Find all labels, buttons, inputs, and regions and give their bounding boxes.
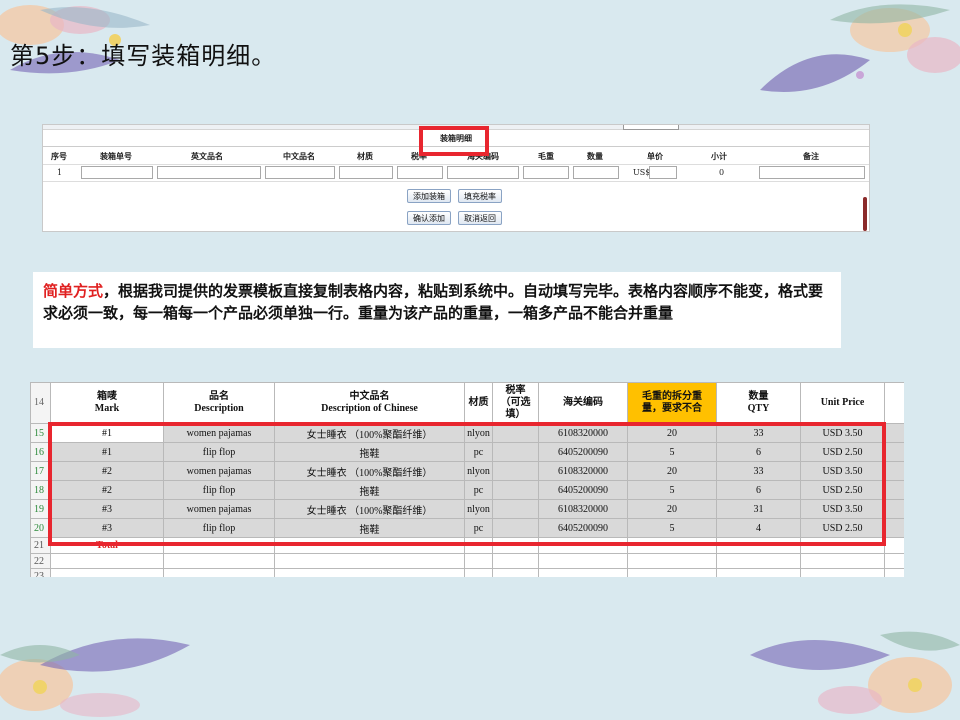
cell-extra[interactable] — [884, 442, 904, 462]
header-qty: 数量 QTY — [716, 382, 801, 424]
empty-cell[interactable] — [800, 568, 885, 577]
header-mark: 箱唛 Mark — [50, 382, 164, 424]
header-unit-price: Unit Price — [800, 382, 885, 424]
empty-cell[interactable] — [163, 553, 275, 569]
hs-code-input[interactable] — [447, 166, 519, 179]
header-extra — [884, 382, 904, 424]
cell-extra[interactable] — [884, 480, 904, 500]
floral-decoration-bottom-right — [750, 631, 960, 714]
col-remark: 备注 — [803, 151, 819, 161]
box-no-input[interactable] — [81, 166, 153, 179]
material-input[interactable] — [339, 166, 393, 179]
row-number: 14 — [30, 382, 51, 424]
add-box-button[interactable]: 添加装箱 — [407, 189, 451, 203]
note-lead: 简单方式 — [43, 282, 104, 300]
header-weight: 毛重的拆分重 量，要求不合 — [627, 382, 717, 424]
floral-decoration-bottom-left — [0, 638, 190, 717]
unit-price-input[interactable] — [649, 166, 677, 179]
row-number: 23 — [30, 568, 51, 577]
empty-cell[interactable] — [716, 568, 801, 577]
rows-highlight-box — [48, 422, 886, 546]
empty-cell[interactable] — [50, 553, 164, 569]
fill-tax-button[interactable]: 填充税率 — [458, 189, 502, 203]
header-material: 材质 — [464, 382, 493, 424]
empty-cell[interactable] — [464, 568, 493, 577]
form-scroll-indicator[interactable] — [863, 197, 867, 231]
header-row: 14 箱唛 Mark 品名 Description 中文品名 Descripti… — [30, 382, 904, 424]
col-weight: 毛重 — [538, 151, 554, 161]
empty-cell[interactable] — [274, 568, 465, 577]
header-hs-code: 海关编码 — [538, 382, 628, 424]
col-box-no: 装箱单号 — [100, 151, 132, 161]
empty-cell[interactable] — [716, 553, 801, 569]
heading-highlight-box — [419, 126, 489, 156]
invoice-spreadsheet: 14 箱唛 Mark 品名 Description 中文品名 Descripti… — [30, 382, 904, 577]
empty-row: 22 — [30, 553, 904, 569]
empty-cell[interactable] — [538, 568, 628, 577]
empty-cell[interactable] — [884, 537, 904, 554]
col-qty: 数量 — [587, 151, 603, 161]
empty-cell[interactable] — [274, 553, 465, 569]
empty-cell[interactable] — [800, 553, 885, 569]
cell-extra[interactable] — [884, 461, 904, 481]
instruction-note: 简单方式，根据我司提供的发票模板直接复制表格内容，粘贴到系统中。自动填写完毕。表… — [33, 272, 841, 348]
form-entry-row: 1 US$ 0 — [43, 164, 869, 182]
empty-cell[interactable] — [464, 553, 493, 569]
header-description-cn: 中文品名 Description of Chinese — [274, 382, 465, 424]
col-unit-price: 单价 — [647, 151, 663, 161]
empty-cell[interactable] — [538, 553, 628, 569]
name-en-input[interactable] — [157, 166, 261, 179]
remark-input[interactable] — [759, 166, 865, 179]
cancel-back-button[interactable]: 取消返回 — [458, 211, 502, 225]
empty-cell[interactable] — [492, 553, 539, 569]
weight-input[interactable] — [523, 166, 569, 179]
cell-extra[interactable] — [884, 423, 904, 443]
empty-cell[interactable] — [492, 568, 539, 577]
header-description: 品名 Description — [163, 382, 275, 424]
cell-extra[interactable] — [884, 499, 904, 519]
empty-cell[interactable] — [884, 553, 904, 569]
header-tax: 税率 （可选 填） — [492, 382, 539, 424]
empty-row: 23 — [30, 568, 904, 577]
empty-cell[interactable] — [884, 568, 904, 577]
currency-label: US$ — [633, 168, 651, 177]
col-subtotal: 小计 — [711, 151, 727, 161]
empty-cell[interactable] — [50, 568, 164, 577]
row-index: 1 — [57, 168, 63, 177]
tax-input[interactable] — [397, 166, 443, 179]
empty-cell[interactable] — [163, 568, 275, 577]
col-material: 材质 — [357, 151, 373, 161]
col-index: 序号 — [51, 151, 67, 161]
col-name-en: 英文品名 — [191, 151, 223, 161]
row-number: 22 — [30, 553, 51, 569]
floral-decoration-top-right — [760, 4, 960, 92]
qty-input[interactable] — [573, 166, 619, 179]
subtotal-value: 0 — [719, 168, 725, 177]
cell-extra[interactable] — [884, 518, 904, 538]
empty-cell[interactable] — [627, 568, 717, 577]
slide-title: 第5步：填写装箱明细。 — [10, 42, 277, 70]
confirm-add-button[interactable]: 确认添加 — [407, 211, 451, 225]
empty-cell[interactable] — [627, 553, 717, 569]
col-name-cn: 中文品名 — [283, 151, 315, 161]
form-top-input[interactable] — [623, 125, 679, 130]
note-body: ，根据我司提供的发票模板直接复制表格内容，粘贴到系统中。自动填写完毕。表格内容顺… — [43, 282, 824, 322]
name-cn-input[interactable] — [265, 166, 335, 179]
packing-detail-form: 装箱明细 序号 装箱单号 英文品名 中文品名 材质 税率 海关编码 毛重 数量 … — [42, 124, 870, 232]
